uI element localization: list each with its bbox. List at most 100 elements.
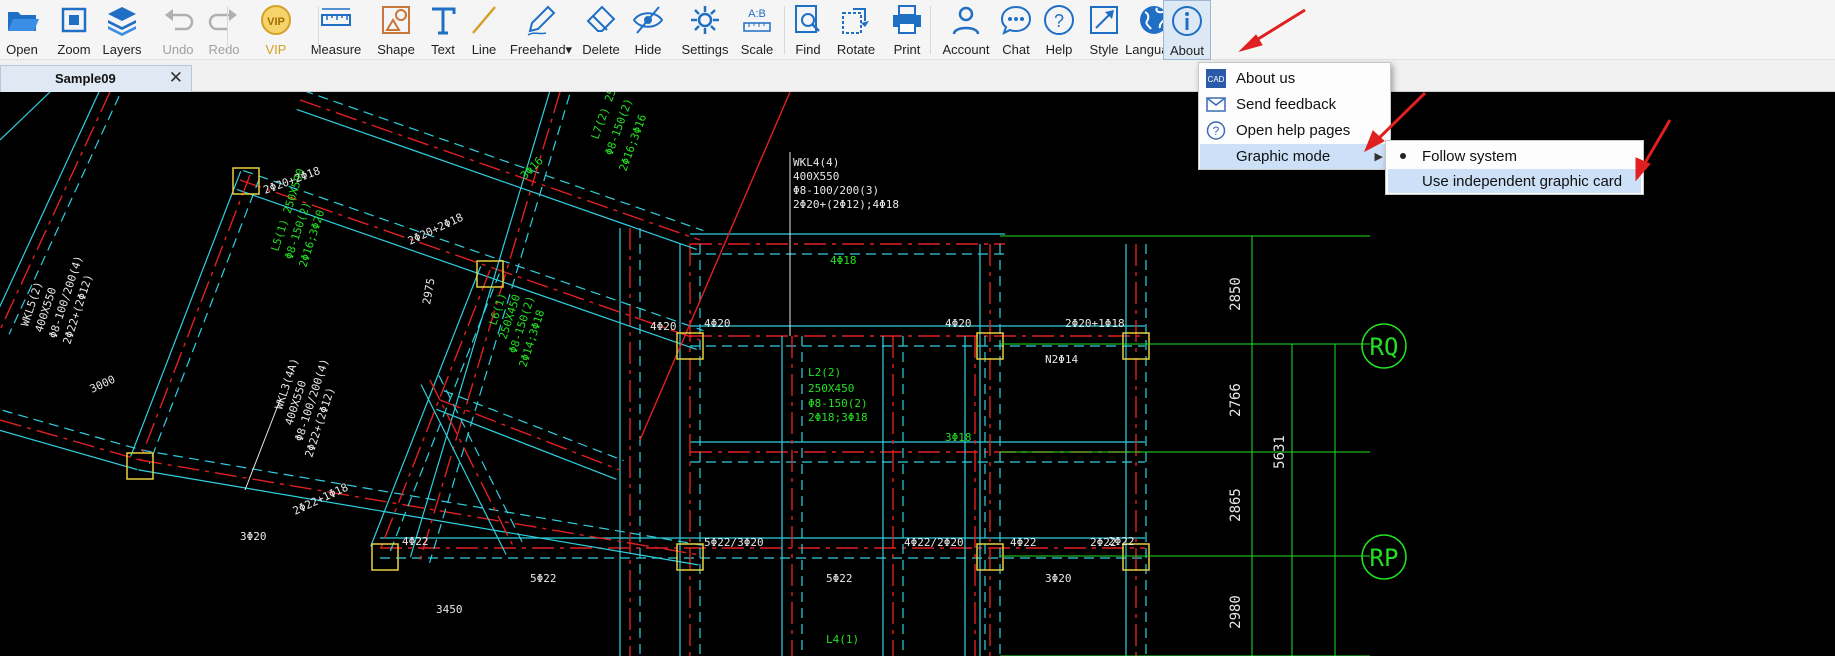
toolbar-label: Hide [634,42,662,57]
shape-icon [378,0,414,40]
user-icon [948,0,984,40]
cad-line [2,409,143,451]
toolbar-label: Line [471,42,497,57]
layers-icon [104,0,140,40]
menu-item-open-help-pages[interactable]: ? Open help pages [1200,118,1389,143]
toolbar-help-button[interactable]: ? Help [1040,0,1078,60]
toolbar-label: Help [1045,42,1073,57]
find-icon [790,0,826,40]
annotation-label: 5Φ22 [826,572,853,585]
annotation-label: 2Φ22 [1108,535,1135,548]
tab-sample09[interactable]: Sample09 ✕ [0,65,192,92]
toolbar-open-button[interactable]: Open [0,0,44,60]
toolbar-separator [784,6,785,54]
annotation-label: L2(2) [808,366,841,379]
scale-icon: A:B [739,0,775,40]
toolbar-rotate-button[interactable]: Rotate [834,0,878,60]
folder-open-icon [4,0,40,40]
eye-slash-icon [630,0,666,40]
dimension-text: 5631 [1272,435,1288,469]
toolbar-shape-button[interactable]: Shape [375,0,417,60]
toolbar-about-button[interactable]: About [1163,0,1211,60]
cad-line [438,375,525,546]
toolbar-print-button[interactable]: Print [888,0,926,60]
annotation-label: 4Φ18 [830,254,857,267]
axis-line [0,419,141,461]
toolbar-label: Account [942,42,990,57]
submenu-item-label: Follow system [1422,148,1518,165]
menu-item-label: Send feedback [1236,96,1337,113]
dimension-text: 2980 [1228,595,1244,629]
pen-icon [523,0,559,40]
help-icon: ? [1041,0,1077,40]
toolbar-label: Style [1089,42,1119,57]
annotation-label: 2Φ22+1Φ18 [291,481,351,518]
cad-line [0,92,51,141]
toolbar-settings-button[interactable]: Settings [676,0,734,60]
toolbar-scale-button[interactable]: A:B Scale [738,0,776,60]
axis-line [429,379,516,551]
dimension-text: 2766 [1228,383,1244,417]
mail-icon [1206,95,1226,114]
annotation-label: 4Φ20 [945,317,972,330]
toolbar-label: Rotate [836,42,876,57]
toolbar-account-button[interactable]: Account [938,0,994,60]
toolbar-chat-button[interactable]: Chat [992,0,1040,60]
axis-line [139,174,251,461]
annotation-label: 3000 [88,373,118,396]
menu-item-label: Graphic mode [1236,148,1331,165]
annotation-label: 3450 [436,603,463,616]
info-icon [1169,1,1205,41]
menu-item-label: About us [1236,70,1296,87]
annotation-label: 2Φ20+1Φ18 [1065,317,1125,330]
menu-item-send-feedback[interactable]: Send feedback [1200,92,1389,117]
toolbar-freehand-button[interactable]: Freehand▾ [508,0,574,60]
cad-logo-icon: CAD [1206,69,1226,88]
graphic-mode-submenu: Follow system Use independent graphic car… [1385,140,1644,195]
cad-line [0,429,138,471]
annotation-label: 2Φ20+2Φ18 [406,211,466,248]
svg-text:?: ? [1213,124,1220,138]
toolbar-style-button[interactable]: Style [1082,0,1126,60]
toolbar-separator [227,6,228,54]
undo-icon [160,0,196,40]
toolbar-delete-button[interactable]: Delete [575,0,627,60]
toolbar-line-button[interactable]: Line [467,0,501,60]
toolbar-separator [930,6,931,54]
annotation-label: 4Φ22 [1010,536,1037,549]
toolbar-label: Undo [162,42,194,57]
dimension-text: 2850 [1228,277,1244,311]
toolbar-label: Settings [681,42,729,57]
toolbar-find-button[interactable]: Find [786,0,830,60]
menu-item-label: Open help pages [1236,122,1351,139]
cad-line [138,469,699,566]
radio-bullet-icon [1400,153,1406,159]
toolbar-label: Delete [582,42,620,57]
cad-line [141,449,702,546]
toolbar-label: Chat [1002,42,1030,57]
close-icon[interactable]: ✕ [169,68,183,88]
toolbar-measure-button[interactable]: Measure [305,0,367,60]
axis-label: RQ [1370,333,1399,361]
menu-item-graphic-mode[interactable]: Graphic mode ▶ [1200,144,1389,169]
annotation-label: 2Φ18;3Φ18 [808,411,868,424]
submenu-item-use-independent-graphic-card[interactable]: Use independent graphic card [1388,169,1641,193]
toolbar-zoom-button[interactable]: Zoom [52,0,96,60]
cad-line [305,92,704,232]
axis-line [639,92,791,441]
annotation-label: 2975 [420,277,437,305]
toolbar-hide-button[interactable]: Hide [625,0,671,60]
toolbar-text-button[interactable]: Text [426,0,460,60]
svg-text:A:B: A:B [748,8,766,20]
toolbar-label: Zoom [57,42,91,57]
svg-text:VIP: VIP [267,16,285,28]
submenu-item-follow-system[interactable]: Follow system [1388,144,1641,168]
toolbar-layers-button[interactable]: Layers [100,0,144,60]
toolbar-vip-button[interactable]: VIP VIP [256,0,296,60]
question-icon: ? [1206,121,1226,140]
menu-item-about-us[interactable]: CAD About us [1200,66,1389,91]
annotation-label: L4(1) [826,633,859,646]
toolbar-label: Scale [740,42,774,57]
cad-line [130,171,242,457]
annotation-label: N2Φ14 [1045,353,1078,366]
